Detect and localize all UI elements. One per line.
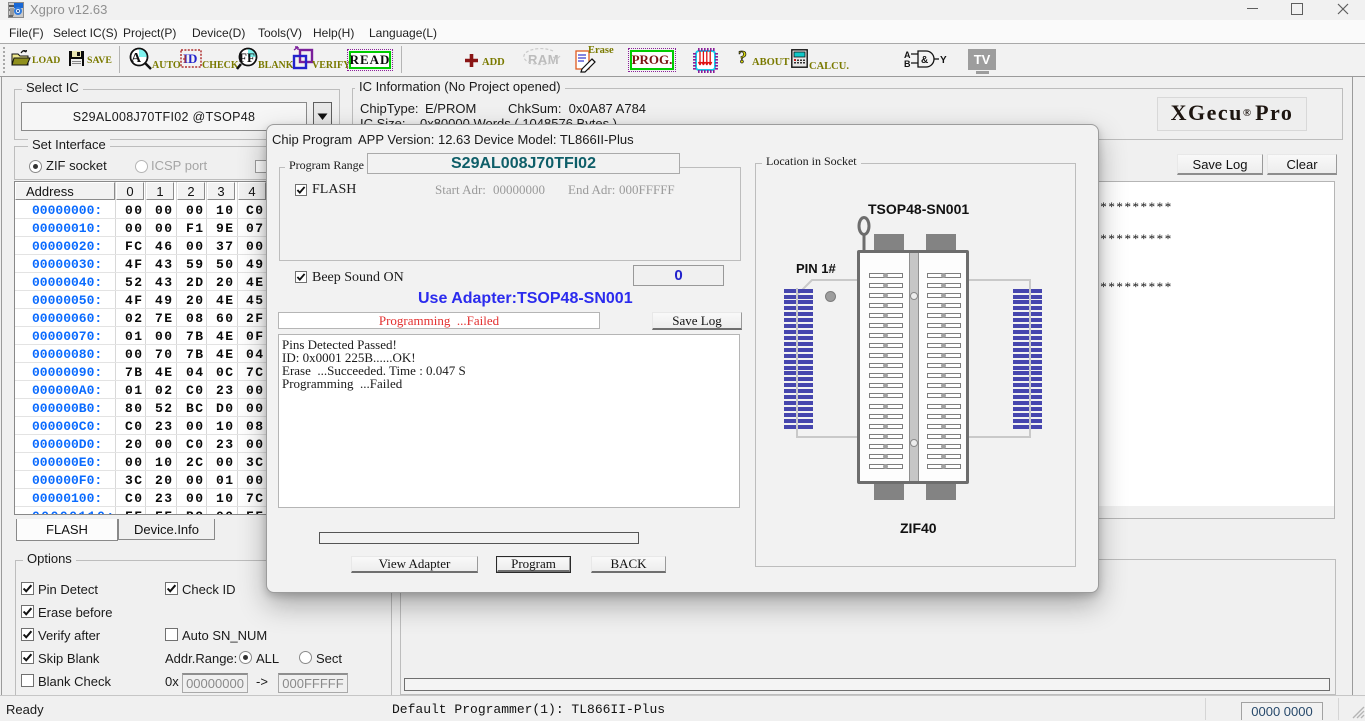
svg-text:&: & [921,55,928,66]
svg-text:A: A [131,51,142,66]
svg-text:Y: Y [940,55,947,66]
svg-text:B: B [904,59,911,68]
svg-text:FF: FF [239,50,255,65]
